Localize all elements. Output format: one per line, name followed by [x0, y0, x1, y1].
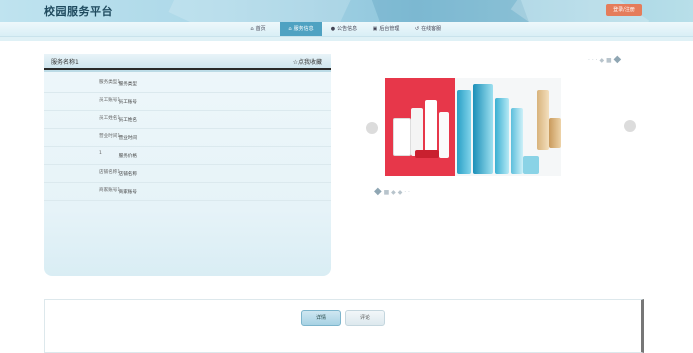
product-bottle	[439, 112, 449, 158]
service-detail-panel: 服务名称1 ☆点我收藏 服务类型 服务类型1 员工账号 员工账号1 员工姓名 员…	[44, 54, 331, 276]
product-bottle	[537, 90, 549, 150]
field-label: 员工账号	[118, 100, 137, 105]
chevron-left-icon[interactable]	[366, 122, 378, 134]
carousel-top-indicators: · · · ◆ ■ ◆	[588, 54, 622, 65]
info-icon: ●	[330, 26, 336, 32]
field-row-employee-account: 员工账号 员工账号1	[44, 94, 331, 111]
header-decoration	[168, 0, 352, 22]
field-label: 服务类型	[118, 82, 137, 87]
field-value: 商家账号1	[99, 188, 121, 193]
field-row-shop-name: 店铺名称 店铺名称1	[44, 166, 331, 183]
field-value: 店铺名称1	[99, 170, 121, 175]
briefcase-icon: ▣	[372, 26, 378, 32]
login-register-button[interactable]: 登录/注册	[606, 4, 642, 16]
store-icon: ⌂	[288, 26, 292, 32]
product-box	[393, 118, 411, 156]
product-jar	[549, 118, 561, 148]
nav-item-label: 服务信息	[293, 26, 314, 32]
nav-item-label: 公告信息	[337, 26, 358, 32]
nav-item-announcements[interactable]: ● 公告信息	[324, 22, 364, 36]
nav-item-label: 在线客服	[421, 26, 442, 32]
header-decoration	[370, 0, 530, 22]
nav-item-support[interactable]: ↺ 在线客服	[408, 22, 448, 36]
chevron-right-icon[interactable]	[624, 120, 636, 132]
field-row-employee-name: 员工姓名 员工姓名1	[44, 112, 331, 129]
field-label: 服务价格	[118, 154, 137, 159]
nav-item-home[interactable]: ⌂ 首页	[240, 22, 276, 36]
product-bottle	[411, 108, 423, 156]
product-bottle	[495, 98, 509, 174]
panel-divider	[44, 70, 331, 72]
nav-item-admin[interactable]: ▣ 后台管理	[366, 22, 406, 36]
field-row-business-hours: 营业时间 营业时间1	[44, 130, 331, 147]
field-value: 服务类型1	[99, 80, 121, 85]
site-title: 校园服务平台	[44, 5, 113, 18]
field-row-service-price: 服务价格 1	[44, 148, 331, 165]
field-row-service-type: 服务类型 服务类型1	[44, 76, 331, 93]
main-nav: ⌂ 首页 ⌂ 服务信息 ● 公告信息 ▣ 后台管理 ↺ 在线客服	[0, 22, 693, 37]
panel-header: 服务名称1 ☆点我收藏	[44, 54, 331, 70]
field-value: 营业时间1	[99, 134, 121, 139]
home-icon: ⌂	[250, 26, 254, 32]
nav-underline	[0, 37, 693, 41]
service-name-title: 服务名称1	[51, 59, 79, 66]
detail-comment-section: 详情 评论	[44, 299, 644, 353]
site-header: 校园服务平台 登录/注册	[0, 0, 693, 22]
nav-item-label: 后台管理	[379, 26, 400, 32]
product-bottle	[457, 90, 471, 174]
field-value: 员工姓名1	[99, 116, 121, 121]
field-label: 员工姓名	[118, 118, 137, 123]
product-jar	[523, 156, 539, 174]
product-bottle	[511, 108, 523, 174]
nav-item-label: 首页	[255, 26, 266, 32]
carousel-slide-image	[385, 78, 561, 176]
field-value: 1	[99, 151, 102, 156]
product-bottle	[473, 84, 493, 174]
field-value: 员工账号1	[99, 98, 121, 103]
field-label: 店铺名称	[118, 172, 137, 177]
field-row-merchant-account: 商家账号 商家账号1	[44, 184, 331, 201]
field-label: 营业时间	[118, 136, 137, 141]
product-carousel: · · · ◆ ■ ◆ ◆ ■ ◆ ◆ · ·	[366, 54, 640, 200]
nav-item-services[interactable]: ⌂ 服务信息	[280, 22, 322, 36]
refresh-icon: ↺	[414, 26, 420, 32]
product-jar	[415, 150, 439, 158]
field-label: 商家账号	[118, 190, 137, 195]
tab-comment[interactable]: 评论	[345, 310, 385, 326]
favorite-button[interactable]: ☆点我收藏	[293, 57, 322, 66]
tab-detail[interactable]: 详情	[301, 310, 341, 326]
carousel-bottom-indicators: ◆ ■ ◆ ◆ · ·	[374, 186, 410, 197]
